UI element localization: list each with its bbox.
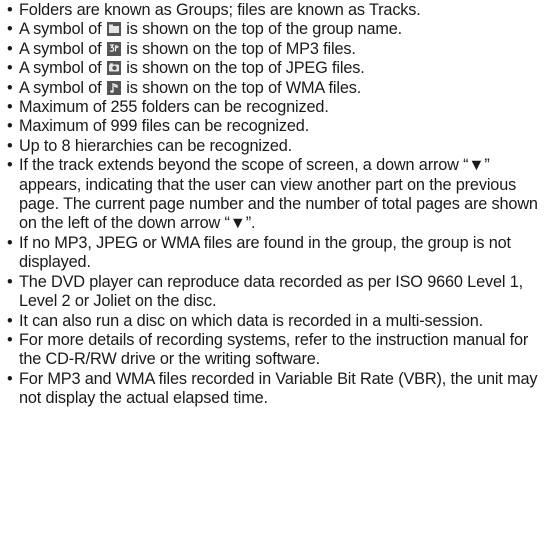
bullet-text-after: is shown on the top of JPEG files. <box>121 59 365 78</box>
bullet-text: For more details of recording systems, r… <box>19 330 529 369</box>
mp3-file-icon <box>106 41 121 56</box>
folder-group-icon <box>106 22 121 37</box>
list-item: A symbol of is shown on the top of WMA f… <box>7 78 549 99</box>
list-item: A symbol of is shown on the top of JPEG … <box>7 59 549 79</box>
bullet-text: Up to 8 hierarchies can be recognized. <box>19 136 293 155</box>
bullet-list: Folders are known as Groups; files are k… <box>7 1 549 409</box>
bullet-text-after: is shown on the top of MP3 files. <box>121 39 356 58</box>
bullet-text: Maximum of 255 folders can be recognized… <box>19 98 329 117</box>
list-item: If no MP3, JPEG or WMA files are found i… <box>7 234 549 273</box>
list-item: For more details of recording systems, r… <box>7 331 549 370</box>
list-item: If the track extends beyond the scope of… <box>7 156 549 234</box>
bullet-text-before: A symbol of <box>19 59 106 78</box>
bullet-text: For MP3 and WMA files recorded in Variab… <box>19 369 538 408</box>
bullet-text: It can also run a disc on which data is … <box>19 311 483 330</box>
bullet-text-after: is shown on the top of WMA files. <box>121 78 362 97</box>
list-item: Maximum of 255 folders can be recognized… <box>7 98 549 118</box>
wma-file-icon <box>106 80 121 95</box>
bullet-text: Maximum of 999 files can be recognized. <box>19 117 310 136</box>
list-item: A symbol of is shown on the top of MP3 f… <box>7 39 549 60</box>
bullet-text: If the track extends beyond the scope of… <box>19 156 538 233</box>
jpeg-file-icon <box>106 61 121 76</box>
document-page: Folders are known as Groups; files are k… <box>0 0 553 546</box>
bullet-text: Folders are known as Groups; files are k… <box>19 1 421 19</box>
bullet-text-before: A symbol of <box>19 39 106 58</box>
bullet-text: If no MP3, JPEG or WMA files are found i… <box>19 233 511 272</box>
bullet-text-before: A symbol of <box>19 78 106 97</box>
list-item: Maximum of 999 files can be recognized. <box>7 117 549 137</box>
list-item: The DVD player can reproduce data record… <box>7 273 549 312</box>
list-item: Up to 8 hierarchies can be recognized. <box>7 136 549 157</box>
bullet-text-before: A symbol of <box>19 20 106 39</box>
list-item: It can also run a disc on which data is … <box>7 311 549 332</box>
list-item: Folders are known as Groups; files are k… <box>7 1 549 21</box>
bullet-text: The DVD player can reproduce data record… <box>19 272 524 311</box>
list-item: For MP3 and WMA files recorded in Variab… <box>7 370 549 409</box>
list-item: A symbol of is shown on the top of the g… <box>7 20 549 40</box>
bullet-text-after: is shown on the top of the group name. <box>121 20 403 39</box>
